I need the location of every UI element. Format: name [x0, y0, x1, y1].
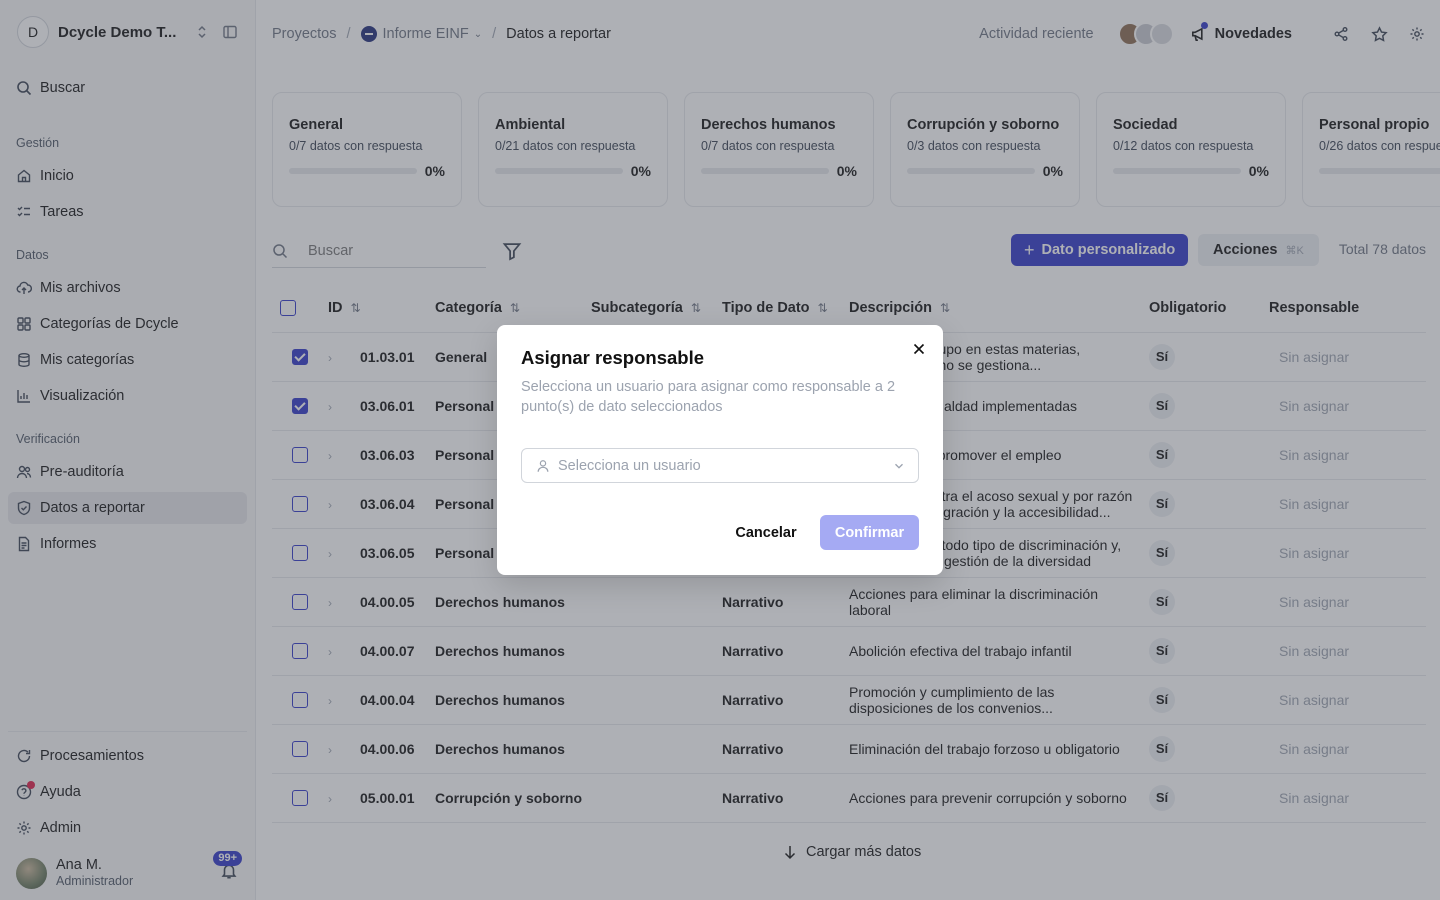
- modal-description: Selecciona un usuario para asignar como …: [521, 379, 896, 415]
- user-select-placeholder: Selecciona un usuario: [558, 457, 701, 474]
- modal-title: Asignar responsable: [521, 347, 705, 368]
- close-icon[interactable]: [911, 341, 927, 357]
- confirm-button[interactable]: Confirmar: [820, 515, 919, 550]
- user-select[interactable]: Selecciona un usuario: [521, 448, 919, 483]
- assign-responsible-modal: Asignar responsable Selecciona un usuari…: [497, 325, 943, 575]
- user-icon: [536, 459, 550, 473]
- chevron-down-icon: [892, 459, 906, 473]
- cancel-button[interactable]: Cancelar: [721, 515, 811, 550]
